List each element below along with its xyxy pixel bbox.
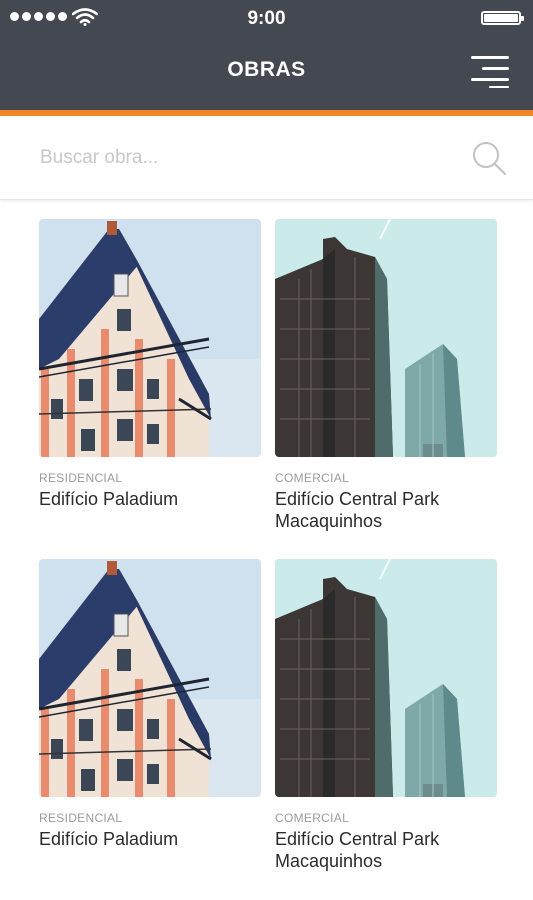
menu-button[interactable] [469,54,509,88]
project-image-classic-apartment-building [39,559,261,797]
project-card[interactable]: COMERCIAL Edifício Central Park Macaquin… [275,219,497,532]
project-card[interactable]: RESIDENCIAL Edifício Paladium [39,219,261,510]
project-image-classic-apartment-building [39,219,261,457]
project-name: Edifício Paladium [39,829,179,849]
project-category: COMERCIAL [275,811,350,825]
status-time: 9:00 [247,8,286,29]
search-icon[interactable] [471,140,507,176]
project-card[interactable]: COMERCIAL Edifício Central Park Macaquin… [275,559,497,872]
project-card[interactable]: RESIDENCIAL Edifício Paladium [39,559,261,850]
project-category: COMERCIAL [275,471,350,485]
project-name: Edifício Central Park Macaquinhos [275,829,440,871]
search-input[interactable] [40,138,460,178]
project-category: RESIDENCIAL [39,811,123,825]
project-name: Edifício Central Park Macaquinhos [275,489,440,531]
battery-icon [481,11,524,25]
project-image-glass-skyscrapers [275,219,497,457]
page-title: OBRAS [227,58,306,81]
project-name: Edifício Paladium [39,489,179,509]
search-bar [0,116,533,200]
status-bar: 9:00 [0,0,533,36]
project-category: RESIDENCIAL [39,471,123,485]
project-image-glass-skyscrapers [275,559,497,797]
